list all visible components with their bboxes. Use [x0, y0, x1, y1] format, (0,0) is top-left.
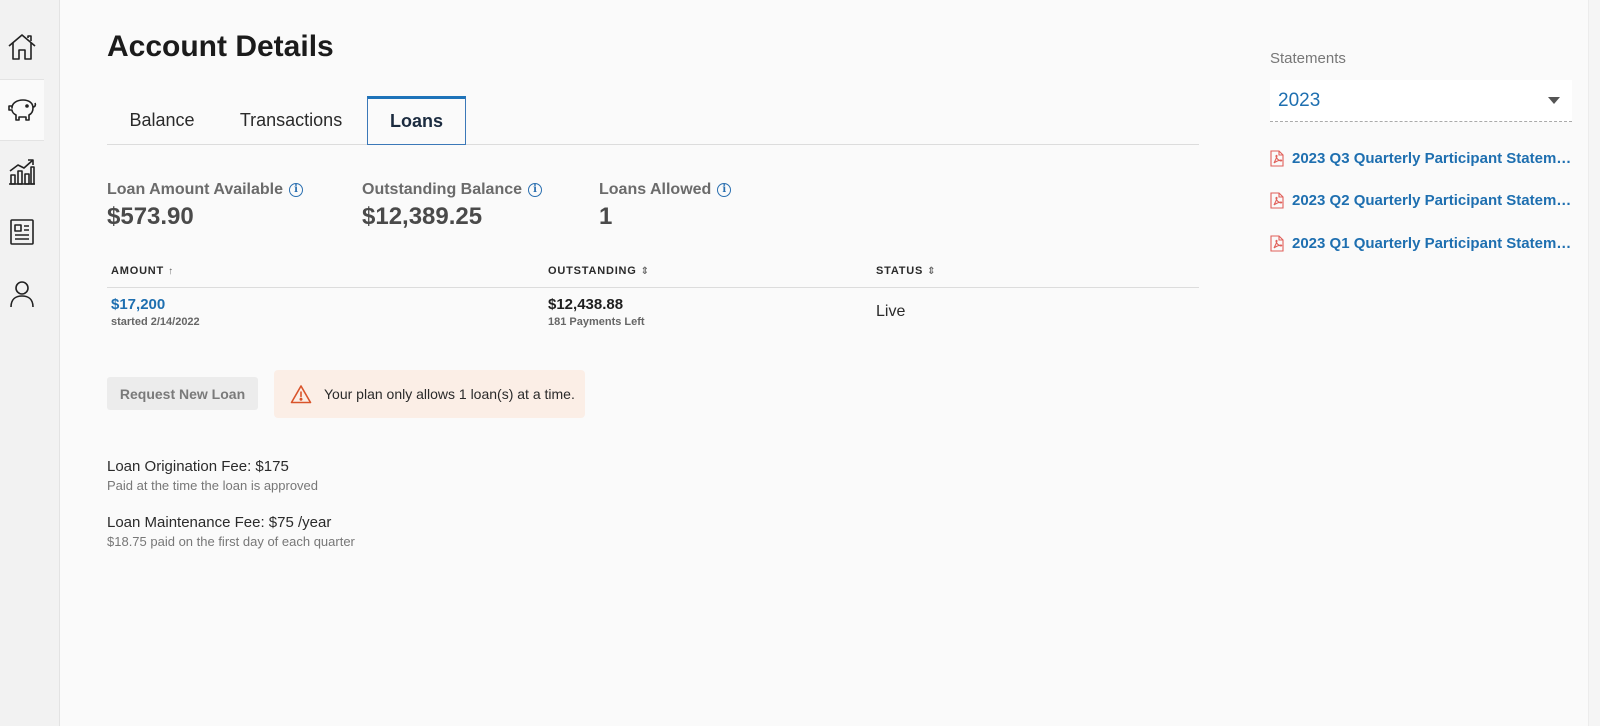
- caret-down-icon: [1548, 97, 1560, 104]
- column-header-status[interactable]: STATUS ⇕: [876, 265, 936, 277]
- maintenance-fee: Loan Maintenance Fee: $75 /year $18.75 p…: [107, 514, 355, 549]
- stat-value: 1: [599, 203, 613, 230]
- statement-link-label: 2023 Q3 Quarterly Participant Statement: [1292, 149, 1572, 167]
- fee-description: Paid at the time the loan is approved: [107, 478, 319, 493]
- sort-ascending-icon: ↑: [168, 265, 174, 277]
- column-header-outstanding[interactable]: OUTSTANDING ⇕: [548, 265, 650, 277]
- user-icon: [10, 281, 34, 308]
- stat-label: Loan Amount Available: [107, 181, 284, 198]
- pdf-icon: [1270, 234, 1284, 252]
- tab-transactions[interactable]: Transactions: [220, 96, 362, 145]
- tab-balance[interactable]: Balance: [107, 96, 217, 145]
- chart-icon: [9, 159, 35, 185]
- fee-title: Loan Origination Fee: $175: [107, 458, 289, 475]
- statement-link-q2[interactable]: 2023 Q2 Quarterly Participant Statement: [1270, 189, 1572, 211]
- pdf-icon: [1270, 191, 1284, 209]
- sidebar-item-savings[interactable]: [0, 79, 44, 141]
- status-cell: Live: [876, 303, 905, 321]
- origination-fee: Loan Origination Fee: $175 Paid at the t…: [107, 458, 318, 493]
- statement-link-label: 2023 Q2 Quarterly Participant Statement: [1292, 191, 1572, 209]
- alert-text: Your plan only allows 1 loan(s) at a tim…: [324, 386, 575, 402]
- request-new-loan-button[interactable]: Request New Loan: [107, 377, 258, 410]
- statement-link-q1[interactable]: 2023 Q1 Quarterly Participant Statement: [1270, 232, 1572, 254]
- status-value: Live: [876, 303, 906, 320]
- column-header-amount[interactable]: AMOUNT ↑: [111, 265, 174, 277]
- fee-title: Loan Maintenance Fee: $75 /year: [107, 514, 332, 531]
- sidebar-item-home[interactable]: [0, 16, 44, 78]
- stat-loans-allowed: Loans Allowed i 1: [599, 181, 732, 231]
- outstanding-cell: $12,438.88 181 Payments Left: [548, 296, 645, 328]
- year-select[interactable]: 2023: [1270, 80, 1572, 122]
- outstanding-amount: $12,438.88: [548, 296, 624, 313]
- sidebar-item-documents[interactable]: [0, 201, 44, 263]
- statements-label: Statements: [1270, 50, 1346, 67]
- warning-icon: [290, 385, 312, 404]
- sidebar-nav: [0, 0, 60, 726]
- payments-left: 181 Payments Left: [548, 316, 645, 328]
- tab-loans[interactable]: Loans: [367, 96, 466, 145]
- stat-outstanding-balance: Outstanding Balance i $12,389.25: [362, 181, 543, 231]
- loan-start-date: started 2/14/2022: [111, 316, 200, 328]
- info-icon[interactable]: i: [717, 183, 732, 197]
- loans-table: AMOUNT ↑ OUTSTANDING ⇕ STATUS ⇕ $17,200 …: [107, 258, 1199, 336]
- pdf-icon: [1270, 149, 1284, 167]
- piggy-bank-icon: [8, 99, 37, 121]
- sort-icon: ⇕: [640, 265, 650, 277]
- sidebar-item-performance[interactable]: [0, 141, 44, 203]
- statement-link-label: 2023 Q1 Quarterly Participant Statement: [1292, 234, 1572, 252]
- sort-icon: ⇕: [927, 265, 937, 277]
- home-icon: [8, 34, 36, 60]
- tab-bar: Balance Transactions Loans: [107, 96, 1199, 145]
- loan-limit-alert: Your plan only allows 1 loan(s) at a tim…: [274, 370, 585, 418]
- stat-label: Outstanding Balance: [362, 181, 523, 198]
- amount-cell: $17,200 started 2/14/2022: [111, 296, 200, 328]
- sidebar-item-profile[interactable]: [0, 263, 44, 325]
- table-header: AMOUNT ↑ OUTSTANDING ⇕ STATUS ⇕: [107, 258, 1199, 288]
- table-row: $17,200 started 2/14/2022 $12,438.88 181…: [107, 288, 1199, 336]
- stat-value: $573.90: [107, 203, 194, 230]
- info-icon[interactable]: i: [289, 183, 304, 197]
- page-title: Account Details: [107, 30, 334, 63]
- fee-description: $18.75 paid on the first day of each qua…: [107, 534, 355, 549]
- document-icon: [10, 219, 34, 245]
- stat-label: Loans Allowed: [599, 181, 712, 198]
- statement-link-q3[interactable]: 2023 Q3 Quarterly Participant Statement: [1270, 147, 1572, 169]
- year-select-value: 2023: [1278, 89, 1321, 111]
- loan-amount-link[interactable]: $17,200: [111, 296, 200, 313]
- stat-loan-available: Loan Amount Available i $573.90: [107, 181, 304, 231]
- stat-value: $12,389.25: [362, 203, 483, 230]
- page-scrollbar[interactable]: [1588, 0, 1600, 726]
- info-icon[interactable]: i: [528, 183, 543, 197]
